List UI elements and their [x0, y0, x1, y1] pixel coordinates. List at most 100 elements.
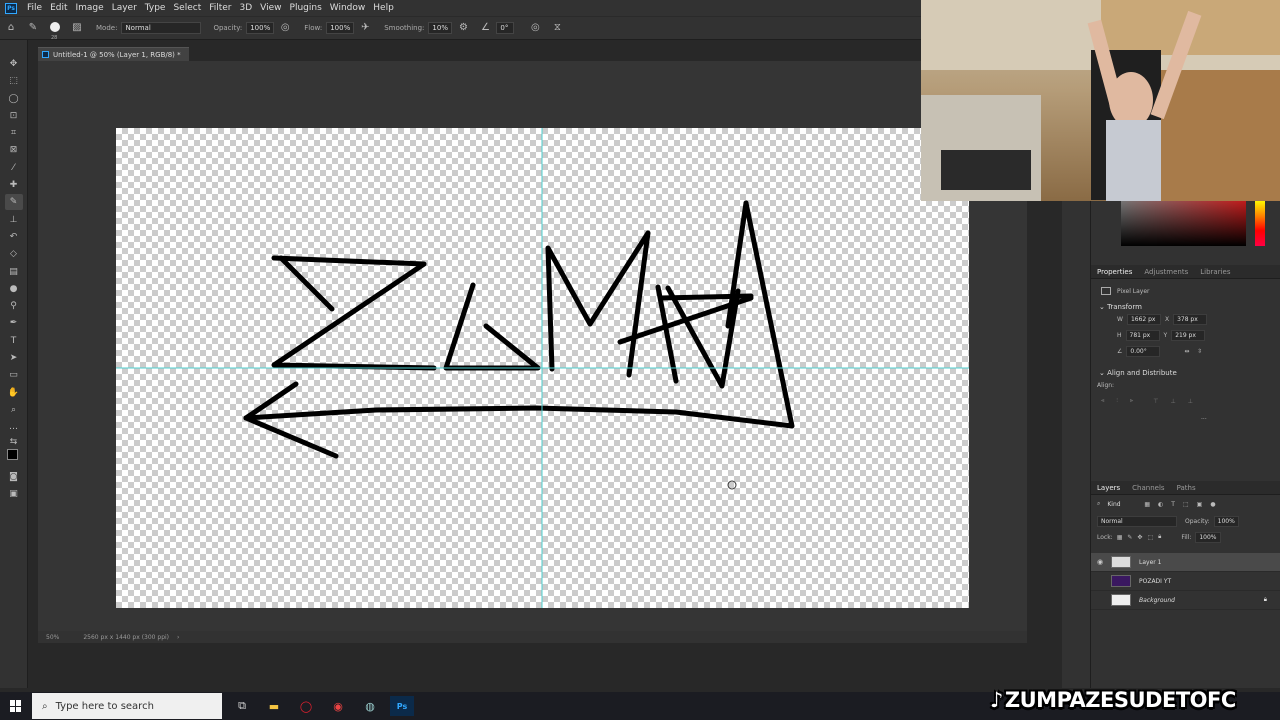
eyedropper-tool-icon[interactable]: ⁄ — [5, 160, 23, 176]
document-tab[interactable]: Untitled-1 @ 50% (Layer 1, RGB/8) * — [38, 47, 189, 61]
width-field[interactable]: 1662 px — [1126, 313, 1161, 325]
blend-mode-select[interactable]: Normal — [1097, 515, 1177, 527]
tab-paths[interactable]: Paths — [1171, 484, 1202, 492]
layer-row[interactable]: Background 🔒︎ — [1091, 591, 1280, 610]
screen-mode-icon[interactable]: ▣ — [5, 486, 23, 502]
y-field[interactable]: 219 px — [1171, 329, 1206, 341]
brush-tool-icon[interactable]: ✎ — [4, 194, 23, 211]
move-tool-icon[interactable]: ✥ — [5, 56, 23, 72]
hand-tool-icon[interactable]: ✋ — [5, 385, 23, 401]
pen-tool-icon[interactable]: ✒ — [5, 315, 23, 331]
layer-row[interactable]: POZADI YT — [1091, 572, 1280, 591]
filter-smart-icon[interactable]: ▣ — [1197, 501, 1203, 508]
document-info[interactable]: 2560 px x 1440 px (300 ppi) — [83, 634, 169, 641]
tab-layers[interactable]: Layers — [1091, 484, 1126, 492]
menu-plugins[interactable]: Plugins — [286, 3, 326, 13]
opacity-field[interactable]: 100% — [246, 22, 275, 34]
gear-icon[interactable]: ⚙ — [456, 21, 470, 35]
menu-edit[interactable]: Edit — [46, 3, 71, 13]
eraser-tool-icon[interactable]: ◇ — [5, 246, 23, 262]
flip-vertical-icon[interactable]: ⇳ — [1197, 348, 1202, 355]
align-top-icon[interactable]: ⊤ — [1153, 398, 1158, 405]
lasso-tool-icon[interactable]: ◯ — [5, 91, 23, 107]
pressure-size-icon[interactable]: ◎ — [528, 21, 542, 35]
angle-field[interactable]: 0° — [496, 22, 515, 34]
filter-toggle-icon[interactable]: ● — [1210, 501, 1215, 508]
type-tool-icon[interactable]: T — [5, 333, 23, 349]
healing-brush-tool-icon[interactable]: ✚ — [5, 177, 23, 193]
menu-image[interactable]: Image — [72, 3, 108, 13]
layer-opacity-field[interactable]: 100% — [1213, 515, 1239, 527]
status-more-icon[interactable]: › — [177, 634, 179, 641]
fill-field[interactable]: 100% — [1195, 531, 1221, 543]
menu-help[interactable]: Help — [369, 3, 398, 13]
filter-pixel-icon[interactable]: ▦ — [1144, 501, 1150, 508]
filter-shape-icon[interactable]: ⬚ — [1183, 501, 1189, 508]
object-selection-tool-icon[interactable]: ⊡ — [5, 108, 23, 124]
color-picker-field[interactable] — [1121, 200, 1246, 246]
flow-field[interactable]: 100% — [326, 22, 355, 34]
blur-tool-icon[interactable]: ● — [5, 281, 23, 297]
menu-window[interactable]: Window — [326, 3, 370, 13]
filter-type-icon[interactable]: T — [1171, 501, 1175, 508]
quick-mask-icon[interactable]: ◙ — [5, 469, 23, 485]
menu-file[interactable]: File — [23, 3, 46, 13]
file-explorer-icon[interactable]: ▬ — [262, 696, 286, 716]
steam-icon[interactable]: ◍ — [358, 696, 382, 716]
menu-select[interactable]: Select — [169, 3, 205, 13]
taskbar-search[interactable]: ⌕ Type here to search — [32, 693, 222, 719]
brush-tool-preset-icon[interactable]: ✎ — [26, 21, 40, 35]
clone-stamp-tool-icon[interactable]: ⊥ — [5, 212, 23, 228]
brush-size-picker[interactable]: 28 — [48, 21, 62, 41]
lock-image-icon[interactable]: ✎ — [1127, 534, 1132, 541]
menu-view[interactable]: View — [256, 3, 285, 13]
crop-tool-icon[interactable]: ⌗ — [5, 125, 23, 141]
menu-layer[interactable]: Layer — [108, 3, 141, 13]
home-icon[interactable]: ⌂ — [4, 21, 18, 35]
hue-slider[interactable] — [1255, 200, 1265, 246]
lock-all-icon[interactable]: 🔒︎ — [1158, 533, 1161, 541]
align-section-title[interactable]: ⌄ Align and Distribute — [1099, 369, 1280, 377]
align-bottom-icon[interactable]: ⊥ — [1188, 398, 1193, 405]
windows-start-icon[interactable] — [10, 700, 22, 712]
lock-position-icon[interactable]: ✥ — [1137, 534, 1142, 541]
tab-adjustments[interactable]: Adjustments — [1138, 268, 1194, 276]
color-swatches[interactable] — [5, 448, 23, 468]
x-field[interactable]: 378 px — [1173, 313, 1208, 325]
zoom-level[interactable]: 50% — [46, 634, 59, 641]
symmetry-icon[interactable]: ⧖ — [550, 21, 564, 35]
menu-3d[interactable]: 3D — [236, 3, 257, 13]
filter-adjustment-icon[interactable]: ◐ — [1158, 501, 1163, 508]
angle-field[interactable]: 0.00° — [1126, 345, 1161, 357]
path-selection-tool-icon[interactable]: ➤ — [5, 350, 23, 366]
dodge-tool-icon[interactable]: ⚲ — [5, 298, 23, 314]
lock-transparent-icon[interactable]: ▦ — [1117, 534, 1123, 541]
chrome-icon[interactable]: ◉ — [326, 696, 350, 716]
mode-select[interactable]: Normal — [121, 22, 202, 34]
align-center-icon[interactable]: ⫶ — [1116, 397, 1118, 405]
opera-icon[interactable]: ◯ — [294, 696, 318, 716]
pressure-opacity-icon[interactable]: ◎ — [278, 21, 292, 35]
swap-colors-icon[interactable]: ⇆ — [5, 437, 23, 447]
align-left-icon[interactable]: ⫷ — [1101, 397, 1104, 405]
more-options-icon[interactable]: ... — [1201, 409, 1280, 425]
align-middle-icon[interactable]: ⊥ — [1171, 398, 1176, 405]
photoshop-taskbar-icon[interactable]: Ps — [390, 696, 414, 716]
history-brush-tool-icon[interactable]: ↶ — [5, 229, 23, 245]
pasteboard[interactable] — [38, 61, 1027, 631]
lock-artboard-icon[interactable]: ⬚ — [1147, 534, 1153, 541]
foreground-color[interactable] — [6, 448, 18, 460]
kind-filter-select[interactable]: Kind — [1104, 500, 1130, 509]
frame-tool-icon[interactable]: ⊠ — [5, 142, 23, 158]
menu-filter[interactable]: Filter — [205, 3, 235, 13]
smoothing-field[interactable]: 10% — [428, 22, 453, 34]
tab-libraries[interactable]: Libraries — [1194, 268, 1236, 276]
more-tools-icon[interactable]: … — [5, 419, 23, 435]
gradient-tool-icon[interactable]: ▤ — [5, 264, 23, 280]
flip-horizontal-icon[interactable]: ⇹ — [1184, 348, 1189, 355]
airbrush-icon[interactable]: ✈ — [358, 21, 372, 35]
artboard-tool-icon[interactable]: ⬚ — [5, 73, 23, 89]
zoom-tool-icon[interactable]: ⌕ — [5, 402, 23, 418]
tab-channels[interactable]: Channels — [1126, 484, 1170, 492]
tab-properties[interactable]: Properties — [1091, 268, 1138, 276]
